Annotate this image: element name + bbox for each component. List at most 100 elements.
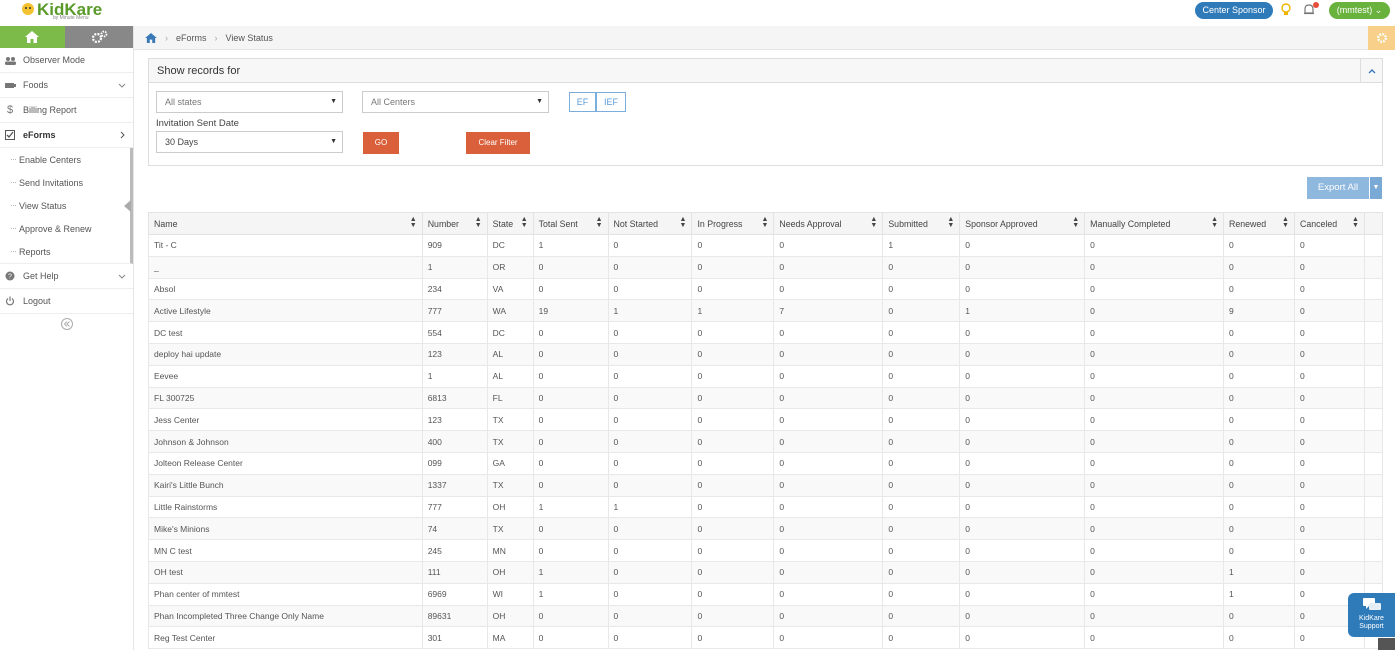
scroll-to-top-button[interactable] (1378, 638, 1395, 650)
sidebar-item-logout[interactable]: Logout (0, 289, 133, 314)
column-header[interactable]: Manually Completed ▲ ▼ (1084, 212, 1225, 235)
sort-icon[interactable]: ▲ ▼ (1211, 216, 1218, 229)
sidebar-subitem-view-status[interactable]: View Status (0, 194, 131, 217)
export-all-button[interactable]: Export All (1307, 177, 1369, 199)
sidebar-subitem-enable-centers[interactable]: Enable Centers (0, 148, 130, 171)
center-name-link[interactable]: Johnson & Johnson (148, 430, 423, 453)
page-settings-button[interactable] (1368, 26, 1395, 50)
table-cell[interactable]: 1 (959, 299, 1086, 323)
center-name-link[interactable]: _ (148, 255, 423, 279)
table-cell-spacer (1363, 430, 1384, 453)
table-cell[interactable]: 1 (532, 560, 609, 584)
table-cell[interactable]: 1 (691, 299, 775, 323)
sort-icon[interactable]: ▲ ▼ (870, 216, 877, 229)
sidebar-item-billing-report[interactable]: $ Billing Report (0, 98, 133, 123)
center-name-link[interactable]: Reg Test Center (148, 626, 423, 650)
home-icon[interactable] (145, 32, 157, 43)
user-menu-button[interactable]: (mmtest) ⌄ (1329, 2, 1390, 19)
table-cell[interactable]: 1 (532, 234, 609, 257)
table-cell: 0 (882, 495, 961, 519)
sidebar-item-eforms[interactable]: eForms (0, 123, 133, 148)
column-header[interactable]: Canceled ▲ ▼ (1293, 212, 1365, 235)
ief-toggle[interactable]: IEF (596, 92, 626, 112)
table-cell[interactable]: 1 (532, 582, 609, 606)
center-name-link[interactable]: deploy hai update (148, 342, 423, 366)
home-tab[interactable] (0, 26, 65, 48)
table-cell[interactable]: 9 (1223, 299, 1295, 323)
center-select[interactable]: All Centers ▼ (362, 91, 549, 113)
sidebar-subitem-reports[interactable]: Reports (0, 240, 130, 263)
column-header[interactable]: Number ▲ ▼ (421, 212, 488, 235)
table-cell[interactable]: 1 (1223, 560, 1295, 584)
go-button[interactable]: GO (363, 132, 399, 154)
center-name-link[interactable]: Phan center of mmtest (148, 582, 423, 606)
table-cell-spacer (1363, 234, 1384, 257)
kidkare-support-button[interactable]: KidKare Support (1348, 593, 1395, 637)
table-cell: 0 (1293, 517, 1365, 541)
center-name-link[interactable]: Active Lifestyle (148, 299, 423, 323)
table-cell[interactable]: 1 (607, 495, 693, 519)
center-name-link[interactable]: MN C test (148, 539, 423, 562)
date-range-select[interactable]: 30 Days ▼ (156, 131, 343, 153)
sort-icon[interactable]: ▲ ▼ (596, 216, 603, 229)
table-cell: 0 (691, 277, 775, 301)
table-cell[interactable]: 1 (607, 299, 693, 323)
table-cell: TX (486, 517, 534, 541)
collapse-sidebar-button[interactable] (0, 314, 133, 334)
center-name-link[interactable]: Jess Center (148, 408, 423, 432)
column-header[interactable]: State ▲ ▼ (486, 212, 534, 235)
state-select[interactable]: All states ▼ (156, 91, 343, 113)
table-cell[interactable]: 1 (532, 495, 609, 519)
table-cell[interactable]: 7 (773, 299, 884, 323)
sidebar-subitem-approve-renew[interactable]: Approve & Renew (0, 217, 130, 240)
column-header[interactable]: Total Sent ▲ ▼ (532, 212, 609, 235)
panel-collapse-button[interactable] (1360, 59, 1382, 83)
center-name-link[interactable]: Tit - C (148, 234, 423, 257)
sidebar-item-observer-mode[interactable]: Observer Mode (0, 48, 133, 73)
sort-icon[interactable]: ▲ ▼ (680, 216, 687, 229)
breadcrumb-eforms[interactable]: eForms (176, 33, 207, 43)
sidebar-item-get-help[interactable]: ? Get Help (0, 264, 133, 289)
center-name-link[interactable]: Jolteon Release Center (148, 451, 423, 475)
column-header[interactable]: In Progress ▲ ▼ (691, 212, 775, 235)
center-name-link[interactable]: DC test (148, 321, 423, 344)
column-header[interactable]: Renewed ▲ ▼ (1223, 212, 1295, 235)
settings-tab[interactable] (64, 26, 133, 48)
sidebar-item-foods[interactable]: Foods (0, 73, 133, 98)
column-header[interactable]: Sponsor Approved ▲ ▼ (959, 212, 1086, 235)
table-body: Tit - C 909 DC 1 0 0 0 1 0 0 0 0 _ 1 OR 0 0 0 0 0 0 0 0 0 Absol 2… (148, 234, 1384, 650)
clear-filter-button[interactable]: Clear Filter (466, 132, 530, 154)
lightbulb-icon[interactable] (1280, 3, 1292, 17)
sort-icon[interactable]: ▲ ▼ (1282, 216, 1289, 229)
export-dropdown-button[interactable]: ▼ (1369, 177, 1382, 199)
center-sponsor-button[interactable]: Center Sponsor (1195, 2, 1273, 19)
column-header[interactable]: Needs Approval ▲ ▼ (773, 212, 884, 235)
column-header-label: Total Sent (538, 218, 578, 229)
sort-icon[interactable]: ▲ ▼ (1072, 216, 1079, 229)
center-name-link[interactable]: Little Rainstorms (148, 495, 423, 519)
sort-icon[interactable]: ▲ ▼ (947, 216, 954, 229)
table-cell: 0 (1084, 451, 1225, 475)
center-name-link[interactable]: Eevee (148, 364, 423, 388)
center-name-link[interactable]: Phan Incompleted Three Change Only Name (148, 604, 423, 628)
sort-icon[interactable]: ▲ ▼ (1352, 216, 1359, 229)
table-cell: 6969 (421, 582, 488, 606)
column-header[interactable]: Name ▲ ▼ (148, 212, 423, 235)
sidebar-subitem-send-invitations[interactable]: Send Invitations (0, 171, 130, 194)
center-name-link[interactable]: Kairi's Little Bunch (148, 473, 423, 497)
center-name-link[interactable]: OH test (148, 560, 423, 584)
center-name-link[interactable]: Mike's Minions (148, 517, 423, 541)
column-header[interactable]: Not Started ▲ ▼ (607, 212, 693, 235)
table-cell: 0 (691, 386, 775, 410)
table-cell[interactable]: 19 (532, 299, 609, 323)
column-header[interactable]: Submitted ▲ ▼ (882, 212, 961, 235)
center-name-link[interactable]: Absol (148, 277, 423, 301)
table-cell[interactable]: 1 (882, 234, 961, 257)
sort-icon[interactable]: ▲ ▼ (475, 216, 482, 229)
center-name-link[interactable]: FL 300725 (148, 386, 423, 410)
sort-icon[interactable]: ▲ ▼ (761, 216, 768, 229)
table-cell[interactable]: 1 (1223, 582, 1295, 606)
sort-icon[interactable]: ▲ ▼ (410, 216, 417, 229)
ef-toggle[interactable]: EF (569, 92, 596, 112)
sort-icon[interactable]: ▲ ▼ (521, 216, 528, 229)
